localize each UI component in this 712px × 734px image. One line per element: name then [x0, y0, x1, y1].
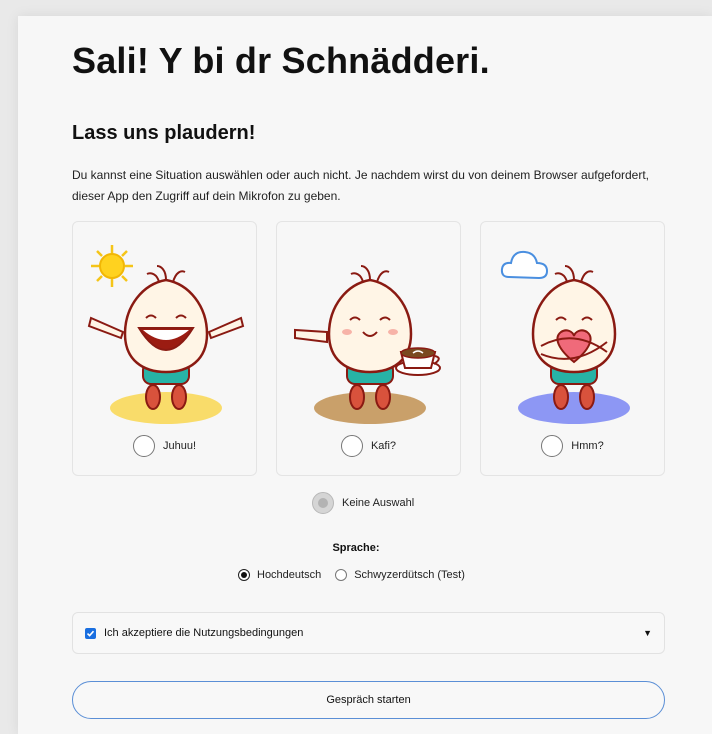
section-heading: Lass uns plaudern!: [72, 122, 256, 144]
cloud-icon: [500, 250, 549, 280]
radio-button[interactable]: [335, 569, 348, 581]
language-options: Hochdeutsch Schwyzerdütsch (Test): [238, 569, 479, 581]
language-option-schwyzerduetsch[interactable]: Schwyzerdütsch (Test): [335, 569, 465, 581]
language-option-hochdeutsch[interactable]: Hochdeutsch: [238, 569, 321, 581]
language-option-label: Schwyzerdütsch (Test): [354, 569, 465, 581]
terms-label: Ich akzeptiere die Nutzungsbedingungen: [104, 627, 304, 639]
situation-card-kafi[interactable]: Kafi?: [276, 221, 461, 476]
intro-text: Du kannst eine Situation auswählen oder …: [72, 168, 649, 203]
checkmark-icon: [86, 630, 95, 637]
page-title: Sali! Y bi dr Schnädderi.: [72, 40, 490, 81]
situation-label: Juhuu!: [162, 440, 197, 452]
language-label: Sprache:: [332, 542, 380, 554]
no-selection-option[interactable]: Keine Auswahl: [312, 492, 414, 514]
radio-button[interactable]: [541, 435, 564, 457]
language-option-label: Hochdeutsch: [257, 569, 322, 581]
no-selection-label: Keine Auswahl: [342, 497, 415, 509]
terms-disclosure[interactable]: Ich akzeptiere die Nutzungsbedingungen ▼: [72, 612, 665, 654]
radio-button[interactable]: [238, 569, 250, 581]
situation-radio-juhuu[interactable]: Juhuu!: [73, 435, 256, 457]
no-selection-radio[interactable]: [312, 492, 334, 514]
coffee-cup-icon: [395, 347, 441, 376]
sun-icon: [91, 245, 133, 287]
start-conversation-button[interactable]: Gespräch starten: [72, 681, 665, 719]
terms-checkbox[interactable]: [85, 627, 96, 639]
situation-card-juhuu[interactable]: Juhuu!: [72, 221, 257, 476]
situation-label: Hmm?: [571, 440, 604, 452]
radio-button[interactable]: [132, 435, 155, 457]
caret-down-icon[interactable]: ▼: [643, 628, 652, 638]
situation-label: Kafi?: [370, 440, 397, 452]
situation-radio-kafi[interactable]: Kafi?: [277, 435, 460, 457]
radio-button[interactable]: [340, 435, 363, 457]
situation-radio-hmm[interactable]: Hmm?: [481, 435, 664, 457]
situation-card-hmm[interactable]: Hmm?: [480, 221, 665, 476]
